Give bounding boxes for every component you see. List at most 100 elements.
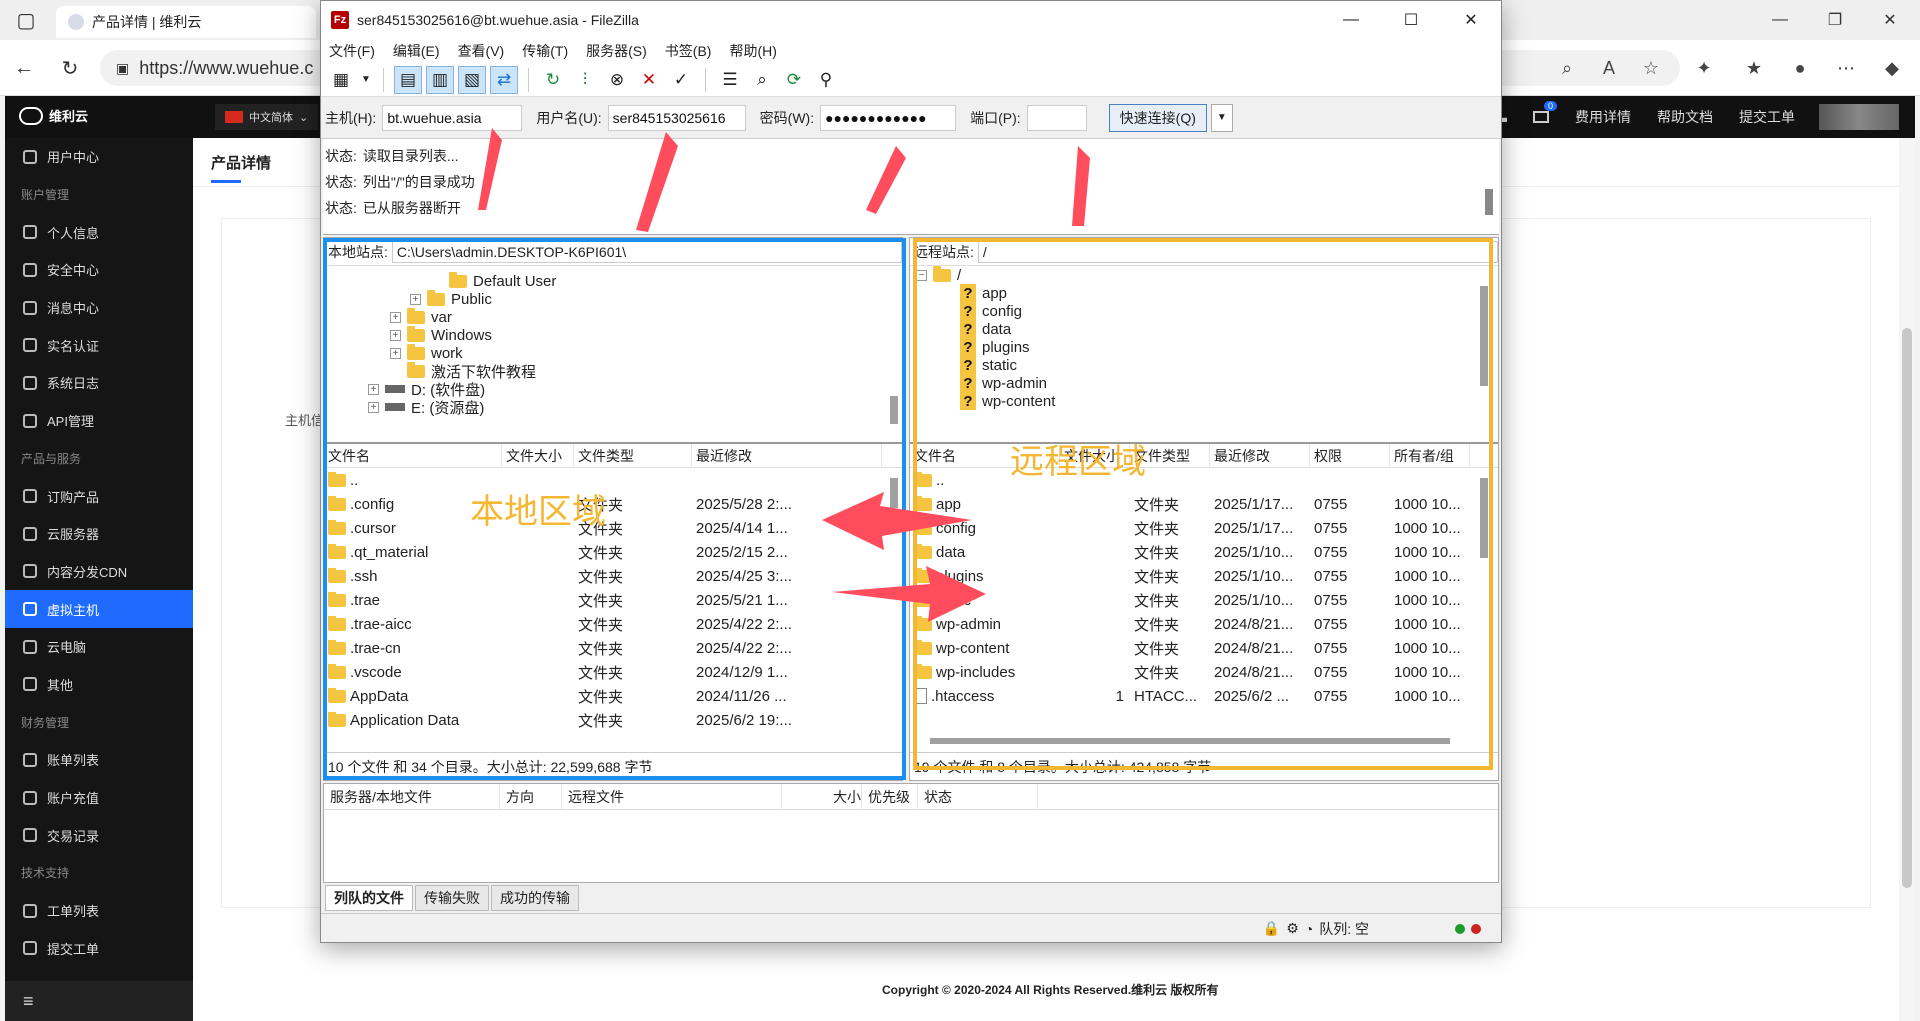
copilot-icon[interactable]: ◆ (1878, 54, 1906, 82)
toggle-queue-icon[interactable]: ⇄ (490, 65, 518, 94)
cancel-icon[interactable]: ⊗ (603, 66, 631, 94)
remote-path-input[interactable]: / (977, 240, 1498, 263)
column-header[interactable]: 所有者/组 (1390, 443, 1470, 468)
browser-maximize-button[interactable]: ❐ (1805, 0, 1865, 40)
site-manager-icon[interactable]: ▦ (327, 66, 355, 94)
file-row[interactable]: Application Data 文件夹 2025/6/2 19:... (324, 708, 902, 732)
more-menu-icon[interactable]: ⋯ (1832, 54, 1860, 82)
search-icon[interactable]: ⌕ (748, 66, 776, 94)
sidebar-item[interactable]: 个人信息 (5, 213, 193, 251)
sync-browse-icon[interactable]: ⟳ (780, 66, 808, 94)
sidebar-item[interactable]: 消息中心 (5, 289, 193, 327)
menu-help[interactable]: 帮助(H) (729, 41, 776, 61)
toggle-log-icon[interactable]: ▤ (394, 65, 422, 94)
port-input[interactable] (1026, 104, 1087, 131)
tree-node[interactable]: ? wp-content (960, 390, 1055, 412)
quickconnect-button[interactable]: 快速连接(Q) (1108, 103, 1207, 132)
page-scrollbar[interactable] (1899, 138, 1915, 1021)
dropdown-arrow-icon[interactable]: ▼ (359, 66, 373, 94)
language-select[interactable]: 中文简体 ⌄ (215, 104, 319, 130)
sidebar-item[interactable]: 系统日志 (5, 364, 193, 402)
toggle-remote-tree-icon[interactable]: ▧ (458, 65, 486, 94)
site-info-icon[interactable]: ▣ (116, 60, 129, 77)
file-row[interactable]: .vscode 文件夹 2024/12/9 1... (324, 660, 902, 684)
sidebar-item[interactable]: API管理 (5, 402, 193, 440)
file-row[interactable]: .trae 文件夹 2025/5/21 1... (324, 588, 902, 612)
column-header[interactable]: 文件类型 (574, 443, 692, 468)
expand-icon[interactable]: + (390, 347, 401, 359)
profile-avatar-icon[interactable]: ● (1786, 54, 1814, 82)
file-row[interactable]: config 文件夹 2025/1/17... 0755 1000 10... (910, 516, 1498, 540)
menu-bookmarks[interactable]: 书签(B) (665, 41, 712, 61)
queue-column-header[interactable]: 服务器/本地文件 (324, 783, 500, 810)
sidebar-item[interactable]: 账户充值 (5, 779, 193, 817)
queue-column-header[interactable]: 状态 (918, 783, 1038, 810)
column-header[interactable]: 文件大小 (502, 443, 574, 468)
file-row[interactable]: wp-content 文件夹 2024/8/21... 0755 1000 10... (910, 636, 1498, 660)
sidebar-item[interactable]: 订购产品 (5, 477, 193, 515)
expand-icon[interactable]: + (368, 401, 379, 413)
queue-column-header[interactable]: 远程文件 (562, 783, 782, 810)
site-logo[interactable]: 维利云 (19, 106, 88, 125)
queue-column-header[interactable]: 优先级 (862, 783, 918, 810)
file-row[interactable]: wp-includes 文件夹 2024/8/21... 0755 1000 10... (910, 660, 1498, 684)
log-scrollbar[interactable] (1485, 189, 1493, 215)
sidebar-item[interactable]: 账单列表 (5, 741, 193, 779)
host-input[interactable] (382, 104, 523, 131)
menu-edit[interactable]: 编辑(E) (393, 41, 440, 61)
sidebar-item[interactable]: 实名认证 (5, 326, 193, 364)
tab-actions-icon[interactable]: ▢ (10, 4, 42, 36)
top-link-fees[interactable]: 费用详情 (1575, 107, 1631, 127)
tree-node-root[interactable]: − / (916, 264, 961, 286)
menu-transfer[interactable]: 传输(T) (522, 41, 568, 61)
user-avatar[interactable] (1819, 104, 1899, 130)
local-path-input[interactable]: C:\Users\admin.DESKTOP-K6PI601\ (391, 240, 902, 263)
password-input[interactable] (820, 104, 957, 131)
menu-file[interactable]: 文件(F) (329, 41, 375, 61)
sidebar-item[interactable]: 内容分发CDN (5, 553, 193, 591)
page-tab-product-detail[interactable]: 产品详情 (211, 152, 271, 173)
fz-minimize-button[interactable]: — (1321, 1, 1381, 39)
file-row[interactable]: data 文件夹 2025/1/10... 0755 1000 10... (910, 540, 1498, 564)
username-input[interactable] (607, 104, 746, 131)
extensions-icon[interactable]: ✦ (1690, 54, 1718, 82)
sidebar-item[interactable]: 用户中心 (5, 138, 193, 176)
file-row[interactable]: .trae-cn 文件夹 2025/4/22 2:... (324, 636, 902, 660)
expand-icon[interactable]: + (390, 329, 401, 341)
refresh-icon[interactable]: ↻ (539, 66, 567, 94)
browser-minimize-button[interactable]: — (1750, 0, 1810, 40)
sidebar-item[interactable]: 工单列表 (5, 892, 193, 930)
find-files-icon[interactable]: ⚲ (812, 66, 840, 94)
sidebar-item[interactable]: 其他 (5, 666, 193, 704)
file-row[interactable]: plugins 文件夹 2025/1/10... 0755 1000 10... (910, 564, 1498, 588)
filter-icon[interactable]: ☰ (716, 66, 744, 94)
expand-icon[interactable]: + (410, 293, 421, 305)
sidebar-item[interactable]: 提交工单 (5, 929, 193, 967)
favorite-star-icon[interactable]: ☆ (1637, 54, 1665, 82)
collapse-menu-icon[interactable]: ≡ (5, 981, 193, 1021)
disconnect-icon[interactable]: ✕ (635, 66, 663, 94)
sidebar-item[interactable]: 安全中心 (5, 251, 193, 289)
file-row[interactable]: .. (910, 468, 1498, 492)
file-row[interactable]: .qt_material 文件夹 2025/2/15 2... (324, 540, 902, 564)
back-icon[interactable]: ← (8, 52, 40, 84)
file-row[interactable]: .config 文件夹 2025/5/28 2:... (324, 492, 902, 516)
menu-view[interactable]: 查看(V) (458, 41, 505, 61)
file-row[interactable]: AppData 文件夹 2024/11/26 ... (324, 684, 902, 708)
column-header[interactable]: 文件名 (324, 443, 502, 468)
file-row[interactable]: .. (324, 468, 902, 492)
column-header[interactable]: 最近修改 (1210, 443, 1310, 468)
file-row[interactable]: .cursor 文件夹 2025/4/14 1... (324, 516, 902, 540)
sidebar-item[interactable]: 云电脑 (5, 628, 193, 666)
sidebar-item[interactable]: 云服务器 (5, 515, 193, 553)
queue-tab[interactable]: 成功的传输 (491, 885, 579, 911)
expand-icon[interactable]: + (390, 311, 401, 323)
fz-close-button[interactable]: ✕ (1441, 1, 1501, 39)
top-link-ticket[interactable]: 提交工单 (1739, 107, 1795, 127)
expand-icon[interactable]: + (368, 383, 379, 395)
process-queue-icon[interactable]: ⫶ (571, 66, 599, 94)
fz-maximize-button[interactable]: ☐ (1381, 1, 1441, 39)
sidebar-item[interactable]: 虚拟主机 (5, 590, 193, 628)
queue-tab[interactable]: 传输失败 (415, 885, 489, 911)
queue-column-header[interactable]: 方向 (500, 783, 562, 810)
